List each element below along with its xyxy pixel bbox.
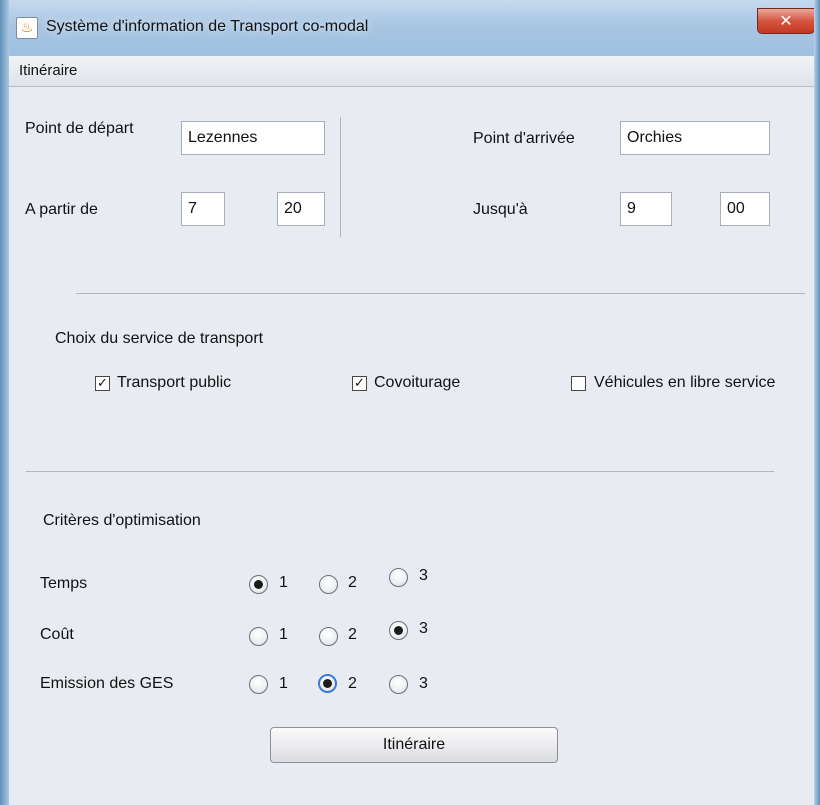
libre-service-label: Véhicules en libre service — [594, 374, 776, 391]
ges-radio-3[interactable] — [389, 675, 408, 694]
section-divider-2 — [26, 471, 774, 472]
radio-selected-dot — [323, 679, 332, 688]
from-hour-input[interactable]: 7 — [181, 192, 225, 226]
until-label: Jusqu'à — [473, 201, 528, 218]
depart-label: Point de départ — [25, 120, 134, 137]
java-app-icon: ♨ — [16, 17, 38, 39]
radio-label: 2 — [348, 574, 357, 591]
radio-label: 1 — [279, 675, 288, 692]
services-heading: Choix du service de transport — [55, 330, 264, 347]
radio-selected-dot — [254, 580, 263, 589]
temps-radio-3[interactable] — [389, 568, 408, 587]
ges-radio-1[interactable] — [249, 675, 268, 694]
cout-radio-1[interactable] — [249, 627, 268, 646]
close-button[interactable]: ✕ — [757, 8, 815, 34]
application-window: ♨ Système d'information de Transport co-… — [0, 0, 820, 805]
radio-label: 3 — [419, 675, 428, 692]
from-label: A partir de — [25, 201, 98, 218]
radio-label: 3 — [419, 620, 428, 637]
window-title: Système d'information de Transport co-mo… — [46, 18, 369, 35]
vertical-divider — [340, 117, 341, 237]
transport-public-label: Transport public — [117, 374, 232, 391]
until-hour-input[interactable]: 9 — [620, 192, 672, 226]
depart-input[interactable]: Lezennes — [181, 121, 325, 155]
arrivee-input[interactable]: Orchies — [620, 121, 770, 155]
cout-radio-2[interactable] — [319, 627, 338, 646]
title-bar[interactable]: ♨ Système d'information de Transport co-… — [0, 0, 820, 56]
covoiturage-checkbox[interactable]: ✓ — [352, 376, 367, 391]
itineraire-button[interactable]: Itinéraire — [270, 727, 558, 763]
cout-radio-3[interactable] — [389, 621, 408, 640]
menu-itineraire[interactable]: Itinéraire — [19, 62, 77, 79]
temps-radio-1[interactable] — [249, 575, 268, 594]
main-panel: Point de départ Lezennes A partir de 7 2… — [9, 87, 814, 805]
radio-selected-dot — [394, 626, 403, 635]
window-frame-right — [814, 0, 820, 805]
criteria-row-label: Emission des GES — [40, 675, 174, 692]
radio-label: 1 — [279, 626, 288, 643]
temps-radio-2[interactable] — [319, 575, 338, 594]
from-minute-input[interactable]: 20 — [277, 192, 325, 226]
radio-label: 2 — [348, 626, 357, 643]
libre-service-checkbox[interactable] — [571, 376, 586, 391]
radio-label: 3 — [419, 567, 428, 584]
until-minute-input[interactable]: 00 — [720, 192, 770, 226]
criteria-row-label: Temps — [40, 575, 88, 592]
ges-radio-2[interactable] — [318, 674, 337, 693]
arrivee-label: Point d'arrivée — [473, 130, 575, 147]
criteria-row-label: Coût — [40, 626, 74, 643]
window-frame-left — [0, 0, 9, 805]
section-divider-1 — [76, 293, 805, 294]
radio-label: 2 — [348, 675, 357, 692]
radio-label: 1 — [279, 574, 288, 591]
transport-public-checkbox[interactable]: ✓ — [95, 376, 110, 391]
covoiturage-label: Covoiturage — [374, 374, 461, 391]
menu-bar: Itinéraire — [9, 56, 814, 87]
criteria-heading: Critères d'optimisation — [43, 512, 201, 529]
